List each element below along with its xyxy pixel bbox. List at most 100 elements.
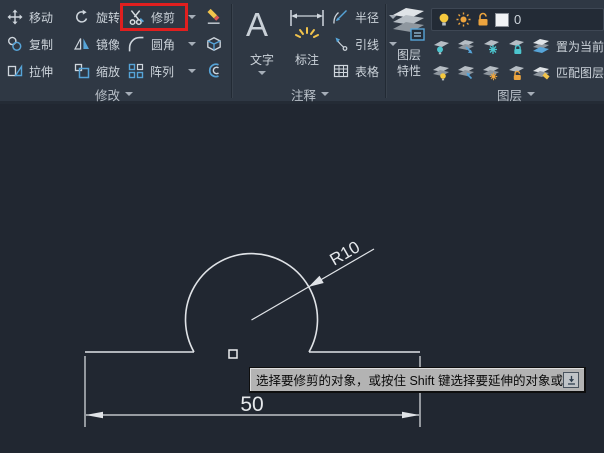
set-current-icon <box>533 39 549 53</box>
mirror-label: 镜像 <box>96 37 121 52</box>
rotate-label: 旋转 <box>96 10 121 25</box>
layer-off-button[interactable] <box>432 33 450 59</box>
width-dimension-text: 50 <box>240 393 263 416</box>
offset-button[interactable] <box>205 58 223 84</box>
array-dropdown-arrow[interactable] <box>188 69 196 73</box>
concentric-curves-icon <box>208 63 219 78</box>
white-swatch-icon <box>495 12 509 27</box>
object-arc[interactable] <box>184 252 319 353</box>
stretch-button[interactable]: 拉伸 <box>7 58 53 84</box>
annotate-panel-label: 注释 <box>291 88 317 103</box>
mtext-icon: A <box>246 6 269 43</box>
layer-thaw-icon <box>483 66 499 81</box>
leader-label: 引线 <box>355 37 380 52</box>
modify-panel-footer[interactable]: 修改 <box>95 87 134 103</box>
sun-icon <box>456 12 471 27</box>
tooltip-more-button[interactable] <box>563 372 579 388</box>
leader-icon <box>335 37 348 51</box>
layer-select[interactable]: 0 <box>431 8 604 31</box>
layers-panel-label: 图层 <box>497 88 523 103</box>
cube-icon <box>207 37 221 51</box>
layer-off-icon <box>434 41 449 55</box>
layer-properties-button[interactable] <box>390 3 428 45</box>
layer-isolate-button[interactable] <box>457 33 475 59</box>
mirror-icon <box>74 38 89 50</box>
drawing: 50 R10 <box>84 237 421 427</box>
array-icon <box>128 63 144 79</box>
copy-icon <box>8 36 22 51</box>
fillet-dropdown-arrow[interactable] <box>188 42 196 46</box>
modify-panel-label: 修改 <box>95 88 121 103</box>
move-button[interactable]: 移动 <box>7 4 53 30</box>
ribbon: 移动 旋转 修剪 复制 镜像 圆角 拉伸 缩放 阵列 修改 A 文字 标注 半径… <box>0 0 604 104</box>
layer-lock-button[interactable] <box>507 33 525 59</box>
layer-unisolate-icon <box>458 66 474 80</box>
annotate-panel-arrow <box>321 92 330 96</box>
dimension-label: 标注 <box>294 53 319 67</box>
rotate-button[interactable]: 旋转 <box>74 4 120 30</box>
explode-button[interactable] <box>205 31 223 57</box>
layer-freeze-icon <box>484 40 499 54</box>
layer-properties-label-1: 图层 <box>396 48 421 62</box>
fillet-label: 圆角 <box>151 37 176 52</box>
dimension-button[interactable] <box>288 7 326 43</box>
stretch-icon <box>7 64 23 77</box>
trim-dropdown-arrow[interactable] <box>188 15 196 19</box>
dim-arrow-right <box>402 411 420 419</box>
panel-separator <box>385 4 386 98</box>
trim-button[interactable]: 修剪 <box>128 4 175 30</box>
stretch-label: 拉伸 <box>29 64 54 79</box>
radius-icon <box>333 10 347 24</box>
dim-arrow-left <box>85 411 103 419</box>
set-current-button[interactable]: 置为当前 <box>532 33 604 59</box>
array-button[interactable]: 阵列 <box>128 58 174 84</box>
text-label: 文字 <box>249 53 274 67</box>
layer-lock-icon <box>509 40 524 54</box>
layer-thaw-button[interactable] <box>482 59 500 85</box>
leader-button[interactable]: 引线 <box>333 31 379 57</box>
table-button[interactable]: 表格 <box>333 58 379 84</box>
copy-label: 复制 <box>29 37 54 52</box>
match-layer-icon <box>533 67 550 80</box>
layer-freeze-button[interactable] <box>482 33 500 59</box>
modify-panel-arrow <box>125 92 134 96</box>
radius-arrow <box>308 275 324 287</box>
layer-unisolate-button[interactable] <box>457 59 475 85</box>
mirror-button[interactable]: 镜像 <box>74 31 120 57</box>
match-layer-button[interactable]: 匹配图层 <box>532 59 604 85</box>
layer-stack-icon <box>393 8 425 41</box>
layers-panel-arrow <box>527 92 536 96</box>
annotate-panel-footer[interactable]: 注释 <box>291 87 330 103</box>
drawing-area[interactable]: 50 R10 <box>0 104 604 453</box>
text-dropdown-arrow[interactable] <box>258 71 266 75</box>
down-arrow-icon <box>567 375 575 385</box>
radius-dimension-text: R10 <box>327 237 364 269</box>
radius-button[interactable]: 半径 <box>333 4 379 30</box>
scale-button[interactable]: 缩放 <box>74 58 120 84</box>
move-icon <box>7 9 23 25</box>
table-icon <box>333 64 349 78</box>
table-label: 表格 <box>355 64 380 79</box>
rotate-icon <box>76 9 88 23</box>
pickbox-cursor[interactable] <box>228 349 238 359</box>
eraser-pencil-icon <box>207 8 220 24</box>
command-tooltip: 选择要修剪的对象，或按住 Shift 键选择要延伸的对象或 <box>249 367 586 393</box>
layers-panel-footer[interactable]: 图层 <box>497 87 536 103</box>
text-button[interactable]: A <box>246 5 268 45</box>
unlock-icon <box>478 12 488 26</box>
fillet-button[interactable]: 圆角 <box>128 31 175 57</box>
move-label: 移动 <box>29 10 54 25</box>
layer-on-icon <box>433 66 449 81</box>
radius-label: 半径 <box>355 10 380 25</box>
array-label: 阵列 <box>150 64 175 79</box>
panel-separator <box>231 4 232 98</box>
layer-on-button[interactable] <box>432 59 450 85</box>
scale-icon <box>74 63 90 79</box>
copy-button[interactable]: 复制 <box>7 31 53 57</box>
layer-properties-label-2: 特性 <box>396 64 421 78</box>
layer-unlock-button[interactable] <box>507 59 525 85</box>
command-tooltip-text: 选择要修剪的对象，或按住 Shift 键选择要延伸的对象或 <box>256 374 563 388</box>
erase-button[interactable] <box>205 4 223 30</box>
scale-label: 缩放 <box>96 64 121 79</box>
layer-unlock-icon <box>509 66 524 80</box>
